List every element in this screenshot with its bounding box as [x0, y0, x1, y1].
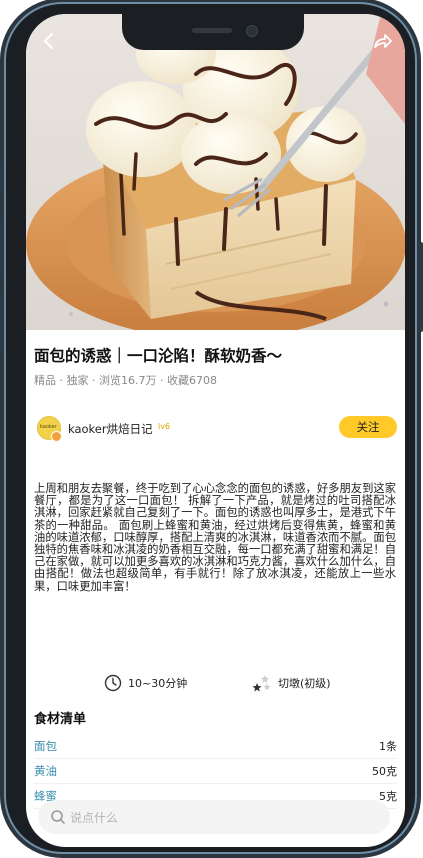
back-arrow-icon[interactable] [38, 30, 60, 52]
notch [122, 14, 304, 50]
ingredient-name[interactable]: 黄油 [34, 763, 57, 779]
volume-down-button [0, 292, 3, 352]
search-icon [51, 810, 65, 824]
ingredient-row: 面包 1条 [34, 734, 397, 759]
cook-time-label: 10~30分钟 [128, 677, 188, 690]
comment-input[interactable] [68, 806, 372, 830]
difficulty-label: 切墩(初级) [278, 677, 331, 690]
mute-switch [0, 162, 3, 192]
phone-frame: 面包的诱惑｜一口沦陷！酥软奶香～ 精品 · 独家 · 浏览16.7万 · 收藏6… [0, 2, 423, 854]
ingredient-amount: 50克 [372, 765, 397, 778]
comment-bar [38, 800, 390, 834]
ingredient-amount: 1条 [379, 740, 397, 753]
recipe-title: 面包的诱惑｜一口沦陷！酥软奶香～ [34, 347, 283, 365]
ingredients-title: 食材清单 [34, 712, 87, 727]
follow-button[interactable]: 关注 [339, 416, 397, 438]
ingredient-row: 黄油 50克 [34, 759, 397, 784]
volume-up-button [0, 217, 3, 277]
avatar-badge-icon [51, 431, 62, 442]
ingredient-name[interactable]: 面包 [34, 738, 57, 754]
cook-time: 10~30分钟 [104, 670, 187, 696]
screen: 面包的诱惑｜一口沦陷！酥软奶香～ 精品 · 独家 · 浏览16.7万 · 收藏6… [26, 14, 405, 847]
author-row: kaoker kaoker烘焙日记 lv6 关注 [34, 414, 397, 444]
clock-icon [104, 674, 122, 692]
author-level-badge: lv6 [158, 422, 171, 431]
ingredients-list: 面包 1条 黄油 50克 蜂蜜 5克 [34, 734, 397, 809]
recipe-description: 上周和朋友去聚餐，终于吃到了心心念念的面包的诱惑，好多朋友到这家餐厅，都是为了这… [34, 482, 396, 593]
speaker [192, 28, 232, 33]
share-icon[interactable] [371, 30, 393, 52]
difficulty: 切墩(初级) [252, 670, 331, 696]
stars-icon [252, 675, 271, 692]
cover-illustration [26, 14, 405, 330]
avatar-text: kaoker [40, 424, 57, 430]
camera [246, 25, 258, 37]
recipe-info-row: 10~30分钟 切墩(初级) [34, 670, 397, 696]
author-name[interactable]: kaoker烘焙日记 [68, 421, 153, 437]
recipe-meta: 精品 · 独家 · 浏览16.7万 · 收藏6708 [34, 374, 217, 387]
power-button [418, 242, 423, 332]
recipe-cover-image [26, 14, 405, 330]
